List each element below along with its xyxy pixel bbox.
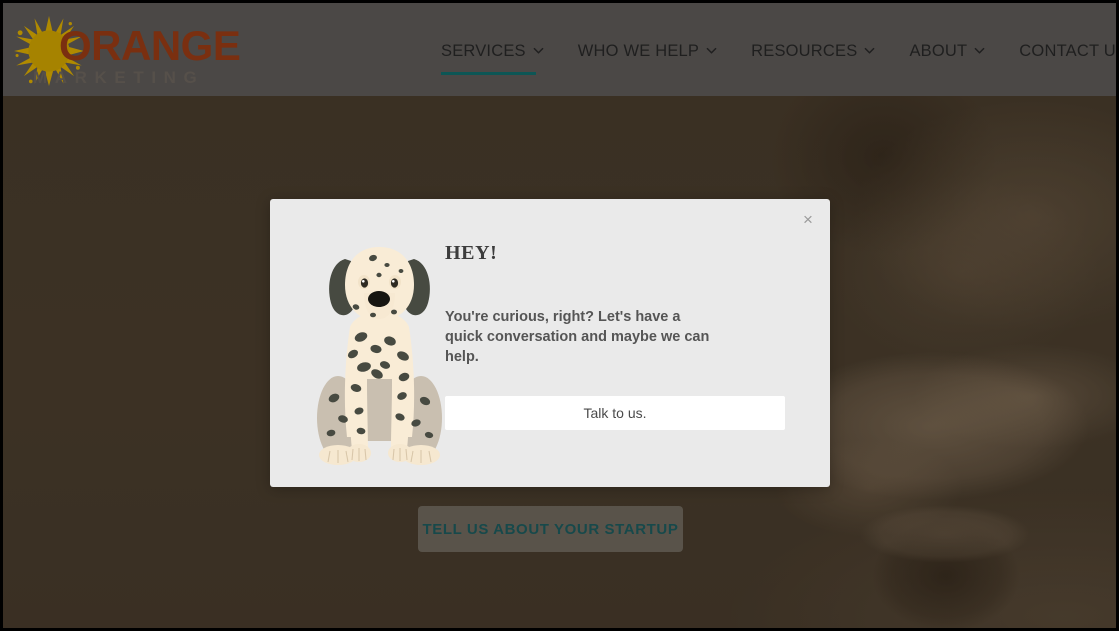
site-logo[interactable]: ORANGE MARKETING [11,11,241,91]
hey-popup-modal: × HEY! You're curious, right? Let's have… [270,199,830,487]
main-navigation: SERVICES WHO WE HELP RESOURCES ABOUT CON… [441,36,1116,75]
talk-to-us-button[interactable]: Talk to us. [445,396,785,430]
site-frame: ORANGE MARKETING SERVICES WHO WE HELP RE… [3,3,1116,628]
chevron-down-icon [533,45,544,56]
dalmatian-dog-illustration [317,241,442,473]
logo-subtitle: MARKETING [33,68,205,87]
chevron-down-icon [974,45,985,56]
modal-title: HEY! [445,242,498,264]
nav-item-contact-us[interactable]: CONTACT US [1019,36,1116,66]
cta-label: TELL US ABOUT YOUR STARTUP [422,520,679,538]
site-header: ORANGE MARKETING SERVICES WHO WE HELP RE… [3,3,1116,96]
nav-label: RESOURCES [751,41,858,60]
nav-item-who-we-help[interactable]: WHO WE HELP [578,36,717,66]
logo-wordmark: ORANGE [59,22,241,69]
chevron-down-icon [706,45,717,56]
tell-us-about-your-startup-button[interactable]: TELL US ABOUT YOUR STARTUP [418,506,683,552]
nav-label: WHO WE HELP [577,41,700,60]
chevron-down-icon [864,45,875,56]
page-root: ORANGE MARKETING SERVICES WHO WE HELP RE… [0,0,1119,631]
modal-body-text: You're curious, right? Let's have a quic… [445,309,710,365]
nav-label: SERVICES [441,41,526,60]
nav-label: ABOUT [909,41,968,60]
nav-label: CONTACT US [1019,41,1116,60]
modal-content: HEY! You're curious, right? Let's have a… [445,243,795,367]
nav-item-resources[interactable]: RESOURCES [751,36,875,66]
close-icon[interactable]: × [797,208,819,230]
nav-item-about[interactable]: ABOUT [909,36,985,66]
nav-item-services[interactable]: SERVICES [441,36,544,75]
